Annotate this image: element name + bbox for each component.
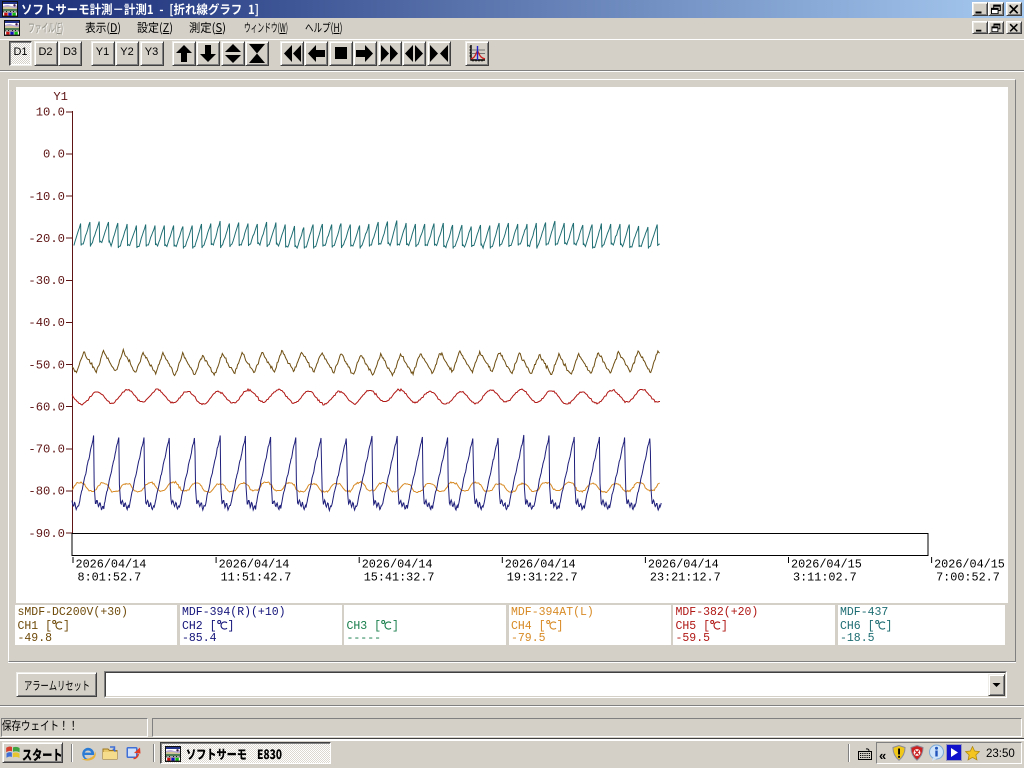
- svg-text:2026/04/15: 2026/04/15: [791, 558, 862, 572]
- svg-text:23:21:12.7: 23:21:12.7: [650, 571, 721, 585]
- svg-text:-20.0: -20.0: [28, 232, 65, 246]
- svg-text:19:31:22.7: 19:31:22.7: [507, 571, 578, 585]
- svg-text:8:01:52.7: 8:01:52.7: [78, 571, 142, 585]
- svg-text:-30.0: -30.0: [28, 274, 65, 288]
- svg-text:-10.0: -10.0: [28, 190, 65, 204]
- svg-text:2026/04/14: 2026/04/14: [505, 558, 576, 572]
- svg-text:2026/04/15: 2026/04/15: [934, 558, 1005, 572]
- svg-text:2026/04/14: 2026/04/14: [648, 558, 719, 572]
- svg-text:-50.0: -50.0: [28, 358, 65, 372]
- svg-text:2026/04/14: 2026/04/14: [219, 558, 290, 572]
- svg-text:7:00:52.7: 7:00:52.7: [936, 571, 1000, 585]
- svg-text:-40.0: -40.0: [28, 316, 65, 330]
- svg-text:2026/04/14: 2026/04/14: [76, 558, 147, 572]
- svg-text:-90.0: -90.0: [28, 527, 65, 541]
- svg-text:0.0: 0.0: [43, 148, 65, 162]
- svg-text:-60.0: -60.0: [28, 400, 65, 414]
- svg-text:Y1: Y1: [53, 90, 68, 104]
- svg-text:-80.0: -80.0: [28, 485, 65, 499]
- svg-text:15:41:32.7: 15:41:32.7: [364, 571, 435, 585]
- svg-text:10.0: 10.0: [36, 106, 65, 120]
- svg-text:2026/04/14: 2026/04/14: [362, 558, 433, 572]
- svg-text:-70.0: -70.0: [28, 443, 65, 457]
- svg-text:11:51:42.7: 11:51:42.7: [221, 571, 292, 585]
- svg-text:3:11:02.7: 3:11:02.7: [793, 571, 857, 585]
